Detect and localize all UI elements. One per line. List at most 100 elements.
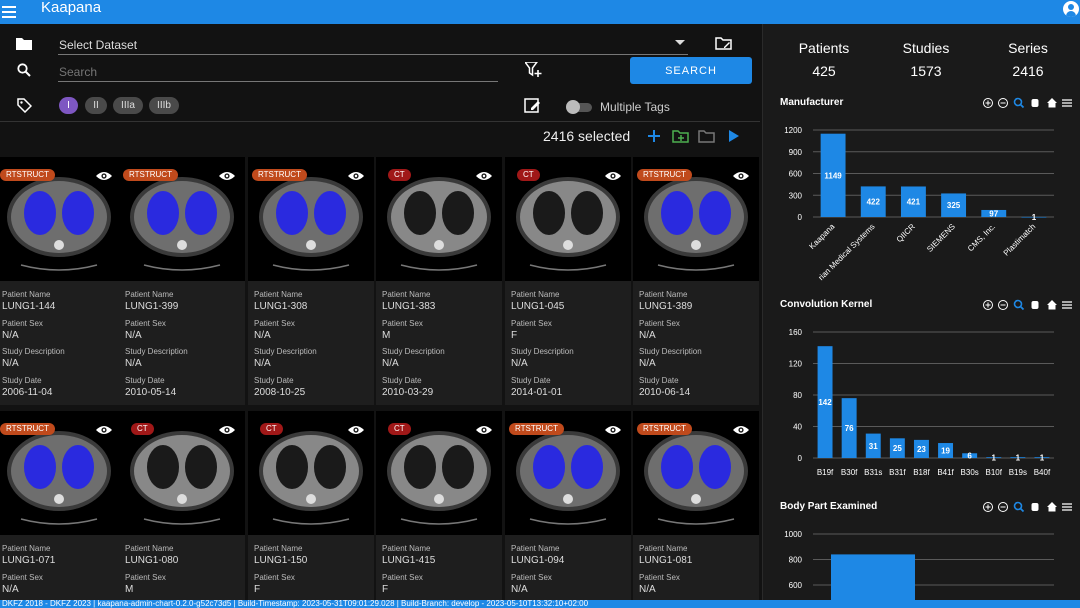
eye-icon[interactable] — [219, 422, 235, 434]
patient-sex-value: N/A — [511, 583, 528, 595]
patient-name-value: LUNG1-399 — [125, 301, 179, 312]
filter-add-icon[interactable] — [525, 62, 542, 78]
study-date-value: 2010-03-29 — [382, 386, 434, 398]
eye-icon[interactable] — [733, 168, 749, 180]
y-tick-label: 600 — [789, 170, 803, 179]
eye-icon[interactable] — [605, 422, 621, 434]
chart-menu-icon — [1062, 503, 1072, 511]
eye-icon[interactable] — [476, 422, 492, 434]
patient-name-value: LUNG1-383 — [382, 301, 436, 312]
home-icon — [1047, 300, 1057, 310]
chart-menu-icon — [1062, 301, 1072, 309]
x-tick-label: B31s — [864, 468, 882, 477]
search-icon — [17, 63, 31, 77]
tag-chip-4[interactable]: IIIb — [149, 97, 179, 114]
patient-name-label: Patient Name — [382, 544, 431, 553]
series-card[interactable]: RTSTRUCT Patient Name LUNG1-389 Patient Sex… — [633, 157, 759, 405]
study-date-label: Study Date — [125, 375, 165, 385]
modality-badge: CT — [388, 169, 411, 181]
series-card[interactable]: RTSTRUCT Patient Name LUNG1-071 Patient Sex… — [0, 411, 122, 601]
data-label: 421 — [907, 198, 921, 207]
patient-sex-label: Patient Sex — [639, 572, 680, 582]
patient-name-label: Patient Name — [511, 290, 560, 299]
folder-edit-icon[interactable] — [715, 36, 732, 50]
series-card[interactable]: RTSTRUCT Patient Name LUNG1-144 Patient Sex… — [0, 157, 122, 405]
patient-name-label: Patient Name — [511, 544, 560, 553]
eye-icon[interactable] — [96, 168, 112, 180]
tag-edit-icon[interactable] — [524, 98, 541, 113]
patient-sex-value: N/A — [2, 329, 19, 341]
series-card[interactable]: RTSTRUCT Patient Name LUNG1-081 Patient Sex… — [633, 411, 759, 601]
modality-badge: CT — [388, 423, 411, 435]
eye-icon[interactable] — [605, 168, 621, 180]
eye-icon[interactable] — [219, 168, 235, 180]
account-icon[interactable] — [1063, 1, 1079, 17]
folder-add-icon[interactable] — [672, 129, 689, 143]
selection-count: 2416 selected — [543, 128, 631, 144]
patient-sex-value: N/A — [254, 329, 271, 341]
series-card[interactable]: RTSTRUCT Patient Name LUNG1-308 Patient Sex… — [248, 157, 374, 405]
tag-chip-1[interactable]: I — [59, 97, 78, 114]
x-tick-label: SIEMENS — [925, 222, 957, 254]
charts-canvas: 030060090012001149Kaapana422rian Medical… — [784, 97, 1072, 600]
app-title: Kaapana — [41, 0, 102, 16]
study-description-value: N/A — [125, 358, 142, 369]
dataset-select[interactable]: Select Dataset — [59, 38, 689, 52]
patient-name-label: Patient Name — [2, 290, 51, 299]
eye-icon[interactable] — [733, 422, 749, 434]
add-icon[interactable] — [648, 130, 660, 142]
zoom-select-icon — [1013, 299, 1023, 309]
series-card[interactable]: CT Patient Name LUNG1-045 Patient Sex F Study… — [505, 157, 631, 405]
home-icon — [1047, 502, 1057, 512]
eye-icon[interactable] — [348, 422, 364, 434]
study-date-value: 2010-05-14 — [125, 386, 177, 398]
patient-sex-label: Patient Sex — [125, 572, 166, 582]
patient-sex-value: N/A — [125, 329, 142, 341]
eye-icon[interactable] — [348, 168, 364, 180]
x-tick-label: B30s — [961, 468, 979, 477]
menu-icon[interactable] — [2, 3, 18, 21]
y-tick-label: 0 — [798, 454, 803, 463]
data-label: 1149 — [824, 171, 842, 180]
y-tick-label: 900 — [789, 148, 803, 157]
patient-sex-value: F — [511, 329, 518, 341]
series-card[interactable]: CT Patient Name LUNG1-415 Patient Sex F — [376, 411, 502, 601]
patient-name-value: LUNG1-094 — [511, 555, 565, 566]
series-card[interactable]: CT Patient Name LUNG1-383 Patient Sex M Study… — [376, 157, 502, 405]
series-card[interactable]: CT Patient Name LUNG1-150 Patient Sex F — [248, 411, 374, 601]
patient-sex-value: F — [382, 583, 389, 595]
eye-icon[interactable] — [476, 168, 492, 180]
data-label: 25 — [893, 444, 902, 453]
y-tick-label: 1200 — [784, 126, 802, 135]
chevron-down-icon[interactable] — [675, 40, 685, 46]
data-label: 97 — [989, 209, 998, 218]
y-tick-label: 600 — [789, 581, 803, 590]
patient-sex-label: Patient Sex — [511, 318, 552, 328]
patient-sex-label: Patient Sex — [2, 318, 43, 328]
pan-icon — [1031, 99, 1039, 107]
patient-name-label: Patient Name — [639, 544, 688, 553]
series-card[interactable]: RTSTRUCT Patient Name LUNG1-399 Patient Sex… — [119, 157, 245, 405]
multiple-tags-toggle[interactable] — [566, 100, 580, 114]
patient-name-value: LUNG1-081 — [639, 555, 693, 566]
tag-chip-2[interactable]: II — [85, 97, 107, 114]
series-card[interactable]: CT Patient Name LUNG1-080 Patient Sex M — [119, 411, 245, 601]
play-icon[interactable] — [729, 130, 739, 142]
chart-menu-icon — [1062, 99, 1072, 107]
data-label: 1 — [1040, 454, 1045, 463]
data-label: 31 — [869, 442, 878, 451]
eye-icon[interactable] — [96, 422, 112, 434]
search-button[interactable]: SEARCH — [630, 57, 752, 84]
x-tick-label: B31f — [889, 468, 906, 477]
data-label: 422 — [867, 198, 881, 207]
pan-icon — [1031, 301, 1039, 309]
data-label: 1 — [1016, 454, 1021, 463]
study-date-value: 2014-01-01 — [511, 386, 563, 398]
search-underline — [58, 81, 498, 82]
bar — [831, 554, 915, 600]
x-tick-label: B10f — [986, 468, 1003, 477]
series-card[interactable]: RTSTRUCT Patient Name LUNG1-094 Patient Sex… — [505, 411, 631, 601]
search-input[interactable] — [59, 64, 497, 80]
tag-chip-3[interactable]: IIIa — [113, 97, 143, 114]
folder-move-icon[interactable] — [698, 129, 715, 143]
